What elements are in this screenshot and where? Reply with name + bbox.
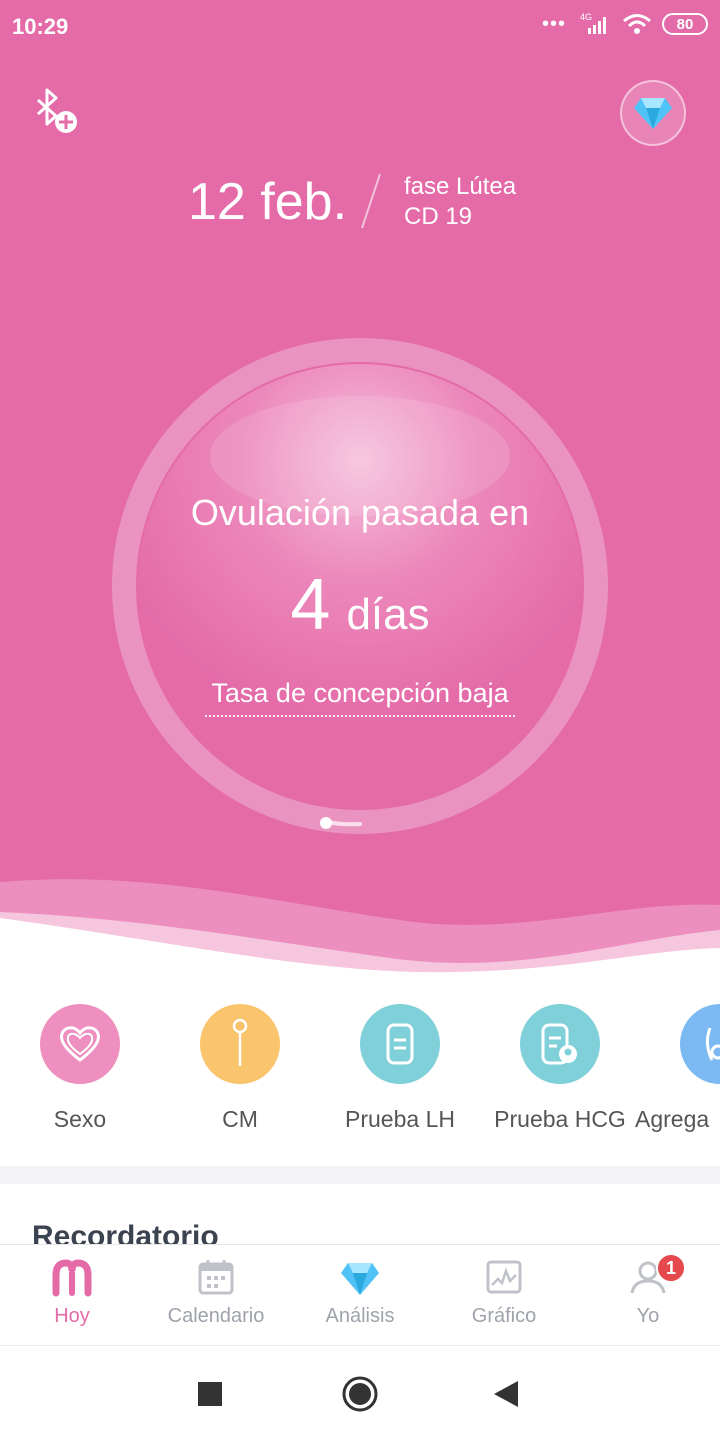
back-button[interactable] [486,1374,526,1414]
quick-action-agregar[interactable]: Agrega [635,1000,720,1160]
notification-badge: 1 [656,1253,686,1283]
nav-tab-analisis[interactable]: Análisis [288,1245,432,1345]
bluetooth-add-icon[interactable] [30,86,82,138]
bottom-navigation: Hoy Calendario Análisis Gráfico 1 Yo [0,1244,720,1344]
quick-action-label: Prueba HCG [494,1106,626,1132]
nav-label: Hoy [54,1305,90,1327]
quick-action-sexo[interactable]: Sexo [0,1000,160,1160]
notification-dots: ••• [541,13,566,35]
diamond-icon [341,1263,379,1295]
nav-tab-yo[interactable]: 1 Yo [576,1245,720,1345]
test-strip-icon [386,1023,414,1065]
nav-tab-grafico[interactable]: Gráfico [432,1245,576,1345]
nav-label: Gráfico [471,1305,537,1327]
heart-icon [60,1026,100,1062]
nav-label: Análisis [325,1305,395,1327]
vip-diamond-button[interactable] [620,80,686,146]
wifi-icon [623,14,651,34]
cycle-phase: fase Lútea [404,173,517,200]
diamond-icon [634,98,672,129]
days-row: 4 días [110,564,610,646]
square-icon [198,1382,222,1406]
circle-icon [342,1376,378,1412]
conception-rate-link[interactable]: Tasa de concepción baja [205,678,515,717]
quick-action-circle [200,1004,280,1084]
days-label: días [346,590,430,639]
nav-tab-calendario[interactable]: Calendario [144,1245,288,1345]
quick-action-circle [360,1004,440,1084]
calendar-icon [198,1260,234,1295]
add-icon [705,1027,720,1061]
cycle-day: CD 19 [404,203,473,230]
system-navigation-bar [0,1345,720,1440]
ring-content: Ovulación pasada en 4 días Tasa de conce… [110,336,610,836]
section-divider [0,1166,720,1184]
nav-label: Yo [636,1305,660,1327]
drop-icon [232,1018,248,1066]
battery-indicator: 80 [662,13,708,35]
quick-actions-row: Sexo CM Prueba LH Prueba HCG Agrega [0,1000,720,1160]
recent-apps-button[interactable] [190,1374,230,1414]
nav-label: Calendario [167,1305,265,1327]
quick-action-circle [40,1004,120,1084]
quick-action-prueba-lh[interactable]: Prueba LH [320,1000,480,1160]
quick-action-circle [520,1004,600,1084]
home-icon [52,1259,92,1297]
home-button[interactable] [340,1374,380,1414]
current-date: 12 feb. [188,173,348,231]
nav-tab-hoy[interactable]: Hoy [0,1245,144,1345]
cycle-phase-info: fase Lútea CD 19 [404,172,516,232]
chart-icon [486,1260,522,1294]
quick-action-label: Agrega [635,1106,710,1132]
signal-icon: 4G [580,12,606,34]
status-time: 10:29 [12,14,69,39]
quick-action-cm[interactable]: CM [160,1000,320,1160]
date-separator [361,173,381,229]
wave-decoration [0,879,720,990]
quick-action-circle [680,1004,720,1084]
quick-action-prueba-hcg[interactable]: Prueba HCG [480,1000,640,1160]
status-bar: 10:29 ••• 4G 80 [0,0,720,56]
days-count: 4 [290,565,331,645]
back-triangle-icon [494,1381,518,1407]
ovulation-title: Ovulación pasada en [190,492,530,533]
network-type: 4G [580,12,592,22]
pregnancy-test-icon [541,1023,577,1065]
